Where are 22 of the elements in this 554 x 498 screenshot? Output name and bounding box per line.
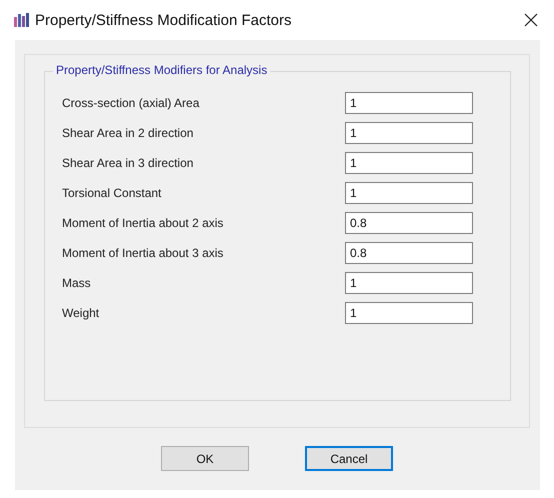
ok-button[interactable]: OK xyxy=(161,446,249,471)
app-icon xyxy=(14,13,30,27)
input-field[interactable]: 0.8 xyxy=(345,212,473,234)
field-label: Weight xyxy=(62,306,100,320)
field-label: Cross-section (axial) Area xyxy=(62,96,200,110)
field-label: Torsional Constant xyxy=(62,186,162,200)
input-field[interactable]: 1 xyxy=(345,182,473,204)
close-icon[interactable] xyxy=(524,13,538,27)
input-field[interactable]: 1 xyxy=(345,302,473,324)
window-title: Property/Stiffness Modification Factors xyxy=(35,12,292,28)
input-field[interactable]: 0.8 xyxy=(345,242,473,264)
field-label: Mass xyxy=(62,276,92,290)
field-label: Shear Area in 2 direction xyxy=(62,126,194,140)
field-label: Moment of Inertia about 2 axis xyxy=(62,216,224,230)
field-label: Moment of Inertia about 3 axis xyxy=(62,246,224,260)
group-title: Property/Stiffness Modifiers for Analysis xyxy=(53,63,270,77)
cancel-button[interactable]: Cancel xyxy=(305,446,393,471)
input-field[interactable]: 1 xyxy=(345,92,473,114)
input-field[interactable]: 1 xyxy=(345,272,473,294)
input-field[interactable]: 1 xyxy=(345,122,473,144)
field-label: Shear Area in 3 direction xyxy=(62,156,194,170)
input-field[interactable]: 1 xyxy=(345,152,473,174)
